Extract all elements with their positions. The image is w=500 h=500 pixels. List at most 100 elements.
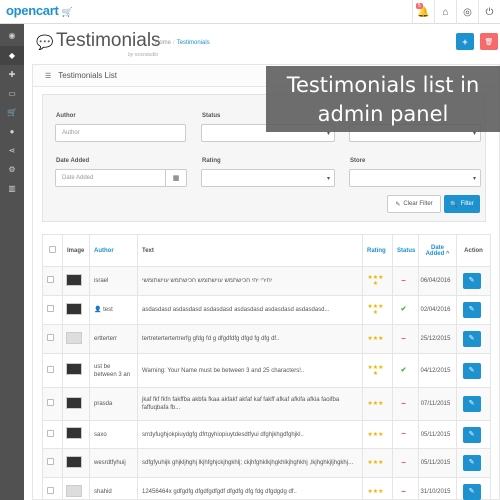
row-checkbox[interactable] [47, 458, 54, 465]
customer-user-icon: 👤 [94, 307, 104, 313]
edit-button[interactable]: ✎ [462, 273, 481, 289]
row-checkbox[interactable] [47, 487, 54, 494]
date-added-input[interactable]: Date Added [55, 169, 166, 187]
table-row: saxo srrdyfughjokpiuydgfg dfrtgyhiopiuytd… [42, 420, 491, 449]
row-select-cell [42, 353, 63, 388]
edit-button[interactable]: ✎ [462, 455, 481, 471]
logout-button[interactable]: ⏻ [478, 0, 500, 24]
row-image-cell [62, 353, 90, 388]
edit-button[interactable]: ✎ [462, 396, 481, 412]
author-thumbnail [66, 484, 82, 497]
delete-button[interactable]: 🗑 [480, 33, 498, 50]
sidebar-item-reports[interactable]: ▥ [0, 179, 24, 198]
edit-button[interactable]: ✎ [462, 302, 481, 318]
row-status: − [392, 477, 419, 500]
breadcrumb-current[interactable]: Testimonials [177, 40, 210, 46]
panel-title: Testimonials List [58, 71, 117, 80]
store-select[interactable]: ▾ [349, 169, 481, 187]
row-date: 31/10/2015 [418, 477, 457, 500]
pencil-icon: ✎ [468, 306, 475, 313]
col-date-added[interactable]: Date Added ^ [418, 234, 457, 267]
row-author: ust be between 3 an [89, 353, 138, 388]
filter-button[interactable]: 🔍 Filter [444, 195, 480, 213]
notifications-button[interactable]: 5 🔔 [412, 0, 434, 24]
table-row: ertterterr tertretertertertrerfg gfdg fd … [42, 324, 491, 354]
row-checkbox[interactable] [47, 334, 54, 341]
page-title: Testimonials [56, 30, 161, 51]
sidebar: ◉ ◆ ✚ ▭ 🛒 ● ⋖ ⚙ ▥ [0, 24, 24, 500]
top-header: opencart 🛒 5 🔔 ⌂ ◎ ⏻ [0, 0, 500, 24]
row-date: 04/12/2015 [418, 353, 457, 388]
row-text: jkaf fkf fkfn fakffba akbfa fkaa akfakf … [137, 387, 363, 421]
status-enabled-icon: ✔ [400, 366, 407, 374]
row-text: sdfgfyuhijk ghjkljhghj lkjhfghjckjhgkhlj… [137, 448, 363, 478]
row-rating: ★★★ [362, 477, 393, 500]
sidebar-item-marketing[interactable]: ⋖ [0, 141, 24, 160]
caption-line-1: Testimonials list in [286, 73, 480, 97]
rating-stars-icon: ★★★ [367, 489, 384, 495]
clear-filter-button[interactable]: ✎ Clear Filter [387, 195, 441, 213]
col-status[interactable]: Status [392, 234, 419, 267]
logout-icon: ⏻ [485, 6, 494, 18]
author-thumbnail [66, 396, 82, 409]
sidebar-item-system[interactable]: ⚙ [0, 160, 24, 179]
calendar-button[interactable]: ▦ [165, 169, 187, 187]
gear-icon: ⚙ [8, 165, 16, 174]
col-rating[interactable]: Rating [362, 234, 393, 267]
author-thumbnail [66, 273, 82, 286]
row-action: ✎ [456, 387, 491, 421]
row-checkbox[interactable] [47, 429, 54, 437]
home-button[interactable]: ⌂ [434, 0, 456, 24]
add-button[interactable]: + [456, 33, 474, 50]
select-all-checkbox[interactable] [49, 246, 56, 253]
row-image-cell [62, 295, 90, 325]
row-author-text: test [103, 307, 113, 313]
edit-button[interactable]: ✎ [462, 484, 481, 500]
author-thumbnail [66, 331, 82, 344]
row-checkbox[interactable] [47, 399, 54, 406]
row-image-cell [62, 266, 90, 296]
help-button[interactable]: ◎ [456, 0, 478, 24]
sidebar-item-design[interactable]: ▭ [0, 84, 24, 103]
rating-select[interactable]: ▾ [201, 169, 335, 187]
testimonials-table: Image Author Text Rating Status Date Adde… [42, 234, 491, 500]
sidebar-item-extensions[interactable]: ✚ [0, 65, 24, 84]
row-date: 25/12/2015 [418, 324, 457, 354]
row-checkbox[interactable] [47, 365, 54, 373]
table-row: shahid 12456464x gdfgdfg dfgdfgdfgdf dfgd… [42, 477, 491, 500]
table-header-row: Image Author Text Rating Status Date Adde… [42, 234, 491, 267]
eraser-icon: ✎ [395, 201, 401, 208]
breadcrumb: Home / Testimonials [155, 40, 210, 46]
row-action: ✎ [456, 448, 491, 478]
sidebar-item-catalog[interactable]: ◆ [0, 46, 24, 65]
pencil-icon: ✎ [468, 400, 475, 407]
author-input[interactable]: Author [55, 124, 186, 142]
row-author-text: wesrdtfyhuij [94, 460, 126, 466]
row-checkbox[interactable] [47, 305, 54, 312]
row-text: 12456464x gdfgdfg dfgdfgdfgdf dfgdfg dfg… [137, 477, 363, 500]
pencil-icon: ✎ [468, 335, 475, 342]
sidebar-item-sales[interactable]: 🛒 [0, 103, 24, 122]
sidebar-item-dashboard[interactable]: ◉ [0, 24, 24, 46]
edit-button[interactable]: ✎ [462, 426, 481, 443]
status-disabled-icon: − [401, 429, 406, 438]
sidebar-item-customers[interactable]: ● [0, 122, 24, 141]
row-text: Warning: Your Name must be between 3 and… [137, 353, 363, 388]
col-author[interactable]: Author [89, 234, 138, 267]
edit-button[interactable]: ✎ [462, 362, 481, 379]
opencart-logo[interactable]: opencart 🛒 [6, 3, 73, 18]
row-author: saxo [89, 420, 138, 449]
row-author: prasda [89, 387, 138, 421]
pencil-icon: ✎ [468, 366, 475, 374]
row-date: 07/11/2015 [418, 387, 457, 421]
row-checkbox[interactable] [47, 276, 54, 283]
trash-icon: 🗑 [484, 38, 494, 46]
breadcrumb-home[interactable]: Home [155, 40, 171, 46]
pencil-icon: ✎ [468, 277, 475, 284]
row-action: ✎ [456, 295, 491, 325]
edit-button[interactable]: ✎ [462, 331, 481, 347]
row-text: יחירי יחי חכישתמש עוישתומש חכישתמש עוישת… [137, 266, 363, 296]
row-author: israel [89, 266, 138, 296]
row-date: 05/11/2015 [418, 420, 457, 449]
row-action: ✎ [456, 477, 491, 500]
